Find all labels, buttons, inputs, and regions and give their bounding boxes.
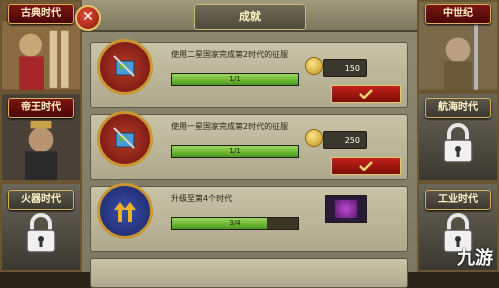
reward-amount: 150 xyxy=(323,59,367,77)
map-medal-icon xyxy=(97,111,153,167)
era-label: 航海时代 xyxy=(425,98,491,118)
close-button[interactable]: ✕ xyxy=(75,5,101,31)
watermark: 九游 xyxy=(457,248,493,269)
achievement-card: 使用一星国家完成第2时代的征服 1/1 250 xyxy=(90,111,408,180)
era-label: 帝王时代 xyxy=(8,98,74,118)
coin-icon xyxy=(305,129,323,147)
progress-bar: 1/1 xyxy=(171,73,299,86)
page-title: 成就 xyxy=(194,4,306,30)
era-firearms[interactable]: 火器时代 xyxy=(0,182,82,272)
panel-header: ✕ 成就 xyxy=(75,0,417,32)
achievement-card: 使用二星国家完成第2时代的征服 1/1 150 xyxy=(90,39,408,108)
progress-bar: 1/1 xyxy=(171,145,299,158)
lock-icon xyxy=(26,213,56,253)
upgrade-medal-icon xyxy=(97,183,153,239)
progress-text: 1/1 xyxy=(229,75,241,83)
check-icon xyxy=(359,161,373,171)
coin-icon xyxy=(305,57,323,75)
achievement-card: 升级至第4个时代 3/4 xyxy=(90,183,408,252)
era-imperial[interactable]: 帝王时代 xyxy=(0,92,82,182)
era-label: 古典时代 xyxy=(8,4,74,24)
era-label: 工业时代 xyxy=(425,190,491,210)
check-icon xyxy=(359,89,373,99)
era-label: 火器时代 xyxy=(8,190,74,210)
progress-text: 3/4 xyxy=(229,219,241,227)
lock-icon xyxy=(443,123,473,163)
era-navigation[interactable]: 航海时代 xyxy=(417,92,499,182)
progress-bar: 3/4 xyxy=(171,217,299,230)
achievement-desc: 使用一星国家完成第2时代的征服 xyxy=(171,122,289,131)
claim-button[interactable] xyxy=(331,85,401,103)
reward-item-icon xyxy=(325,195,367,223)
left-era-sidebar: 古典时代 帝王时代 火器时代 xyxy=(0,0,82,272)
achievement-desc: 使用二星国家完成第2时代的征服 xyxy=(171,50,289,59)
claim-button[interactable] xyxy=(331,157,401,175)
map-medal-icon xyxy=(97,39,153,95)
right-era-sidebar: 中世纪 航海时代 工业时代 xyxy=(417,0,499,272)
achievements-panel: ✕ 成就 使用二星国家完成第2时代的征服 1/1 150 使用一星国家完成第2时… xyxy=(75,0,417,288)
era-label: 中世纪 xyxy=(425,4,491,24)
progress-text: 1/1 xyxy=(229,147,241,155)
era-medieval[interactable]: 中世纪 xyxy=(417,0,499,92)
achievement-desc: 升级至第4个时代 xyxy=(171,194,233,203)
reward-amount: 250 xyxy=(323,131,367,149)
era-classical[interactable]: 古典时代 xyxy=(0,0,82,92)
achievement-card xyxy=(90,258,408,288)
